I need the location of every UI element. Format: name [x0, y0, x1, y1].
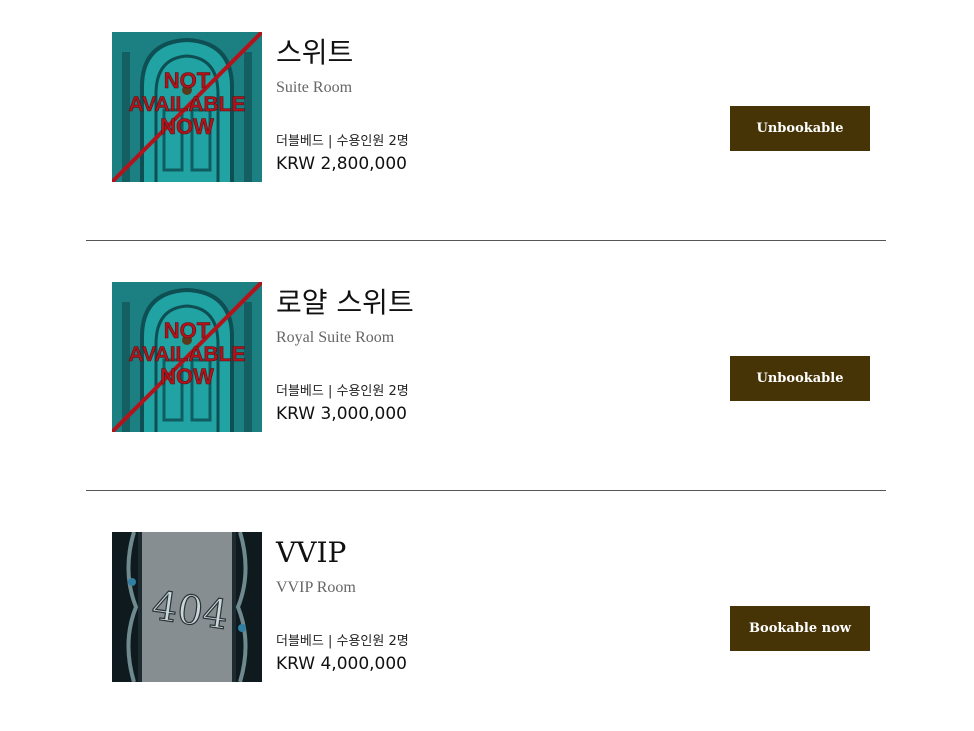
- divider: [86, 490, 886, 491]
- image-text-available: AVAILABLE: [128, 343, 245, 366]
- room-subtitle: VVIP Room: [276, 579, 356, 596]
- room-404-plaque-image: 404: [112, 532, 262, 682]
- room-image-vvip: 404: [112, 532, 262, 682]
- room-meta: 더블베드 | 수용인원 2명: [276, 634, 409, 649]
- room-image-suite: NOT AVAILABLE NOW: [112, 32, 262, 182]
- not-available-door-image: NOT AVAILABLE NOW: [112, 32, 262, 182]
- book-now-button[interactable]: Bookable now: [730, 606, 870, 651]
- room-card-royal-suite: NOT AVAILABLE NOW 로얄 스위트 Royal Suite Roo…: [0, 282, 974, 432]
- image-text-available: AVAILABLE: [128, 93, 245, 116]
- image-text-now: NOW: [160, 114, 214, 139]
- room-card-vvip: 404 VVIP VVIP Room 더블베드 | 수용인원 2명 KRW 4,…: [0, 532, 974, 682]
- room-title: 로얄 스위트: [276, 286, 414, 319]
- room-image-royal-suite: NOT AVAILABLE NOW: [112, 282, 262, 432]
- room-title: VVIP: [276, 536, 347, 569]
- room-meta: 더블베드 | 수용인원 2명: [276, 384, 409, 399]
- image-text-not: NOT: [164, 68, 211, 93]
- room-subtitle: Royal Suite Room: [276, 329, 395, 346]
- not-available-door-image: NOT AVAILABLE NOW: [112, 282, 262, 432]
- room-price: KRW 3,000,000: [276, 404, 408, 424]
- image-text-now: NOW: [160, 364, 214, 389]
- divider: [86, 240, 886, 241]
- room-meta: 더블베드 | 수용인원 2명: [276, 134, 409, 149]
- room-price: KRW 2,800,000: [276, 154, 408, 174]
- room-card-suite: NOT AVAILABLE NOW 스위트 Suite Room 더블베드 | …: [0, 32, 974, 182]
- room-title: 스위트: [276, 36, 354, 69]
- unbookable-button[interactable]: Unbookable: [730, 356, 870, 401]
- room-subtitle: Suite Room: [276, 79, 353, 96]
- image-text-not: NOT: [164, 318, 211, 343]
- unbookable-button[interactable]: Unbookable: [730, 106, 870, 151]
- room-price: KRW 4,000,000: [276, 654, 408, 674]
